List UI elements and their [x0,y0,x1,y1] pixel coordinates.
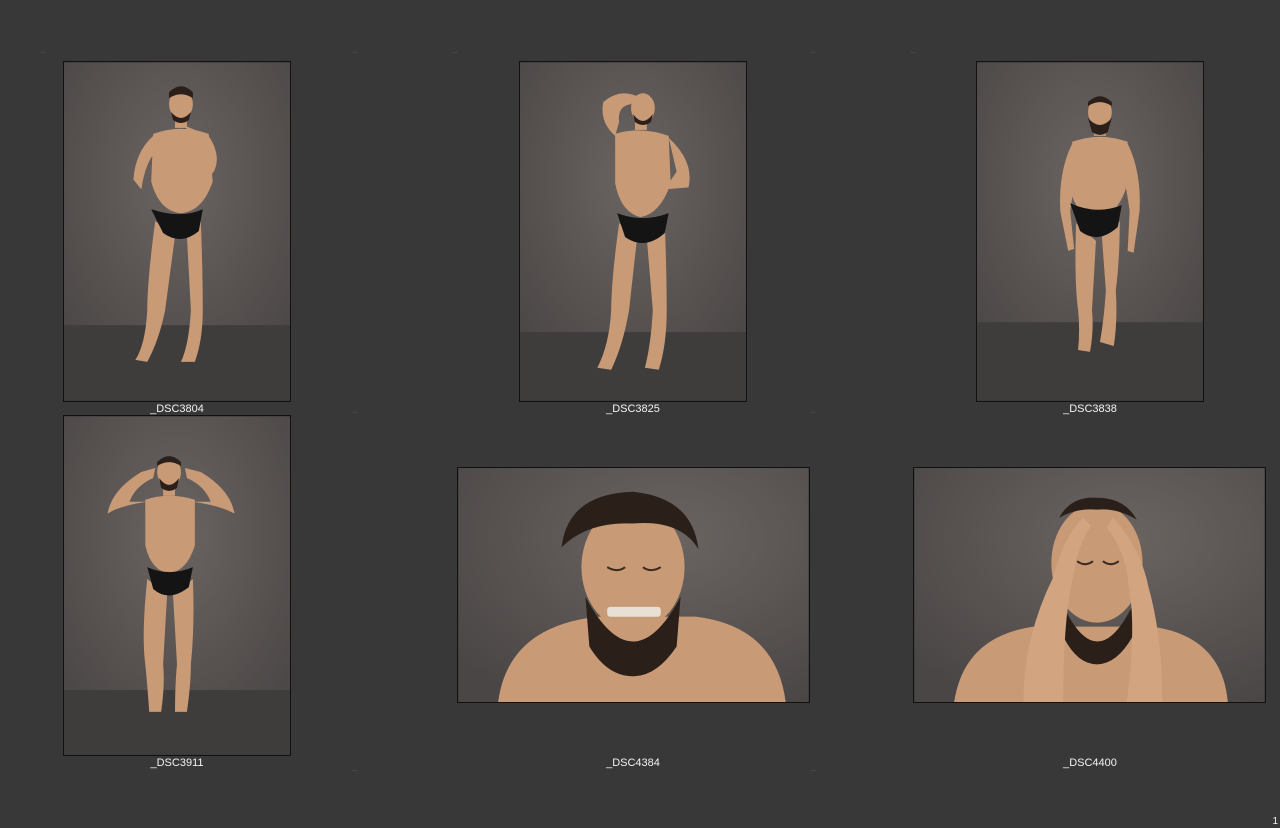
photo-filename-label: _DSC3804 [150,403,204,415]
page-number: 1 [1272,816,1278,827]
photo-thumbnail-dsc3911[interactable] [63,415,291,756]
grid-tick [40,52,46,53]
photo-filename-label: _DSC3825 [606,403,660,415]
grid-tick [810,52,816,53]
photo-image [520,62,746,401]
photo-thumbnail-dsc3804[interactable] [63,61,291,402]
grid-tick [452,52,458,53]
photo-image [64,62,290,401]
photo-image [458,468,809,702]
photo-thumbnail-dsc4400[interactable] [913,467,1266,703]
grid-tick [810,412,816,413]
grid-tick [352,770,358,771]
photo-image [914,468,1265,702]
grid-tick [352,52,358,53]
photo-image [977,62,1203,401]
grid-tick [352,412,358,413]
photo-thumbnail-dsc3825[interactable] [519,61,747,402]
photo-thumbnail-dsc4384[interactable] [457,467,810,703]
photo-image [64,416,290,755]
contact-sheet: _DSC3804 _DSC3825 _DSC3838 _DSC3911 _DSC… [0,0,1280,828]
photo-filename-label: _DSC4384 [606,757,660,769]
photo-filename-label: _DSC4400 [1063,757,1117,769]
grid-tick [910,52,916,53]
photo-thumbnail-dsc3838[interactable] [976,61,1204,402]
grid-tick [810,770,816,771]
photo-filename-label: _DSC3838 [1063,403,1117,415]
photo-filename-label: _DSC3911 [150,757,204,769]
